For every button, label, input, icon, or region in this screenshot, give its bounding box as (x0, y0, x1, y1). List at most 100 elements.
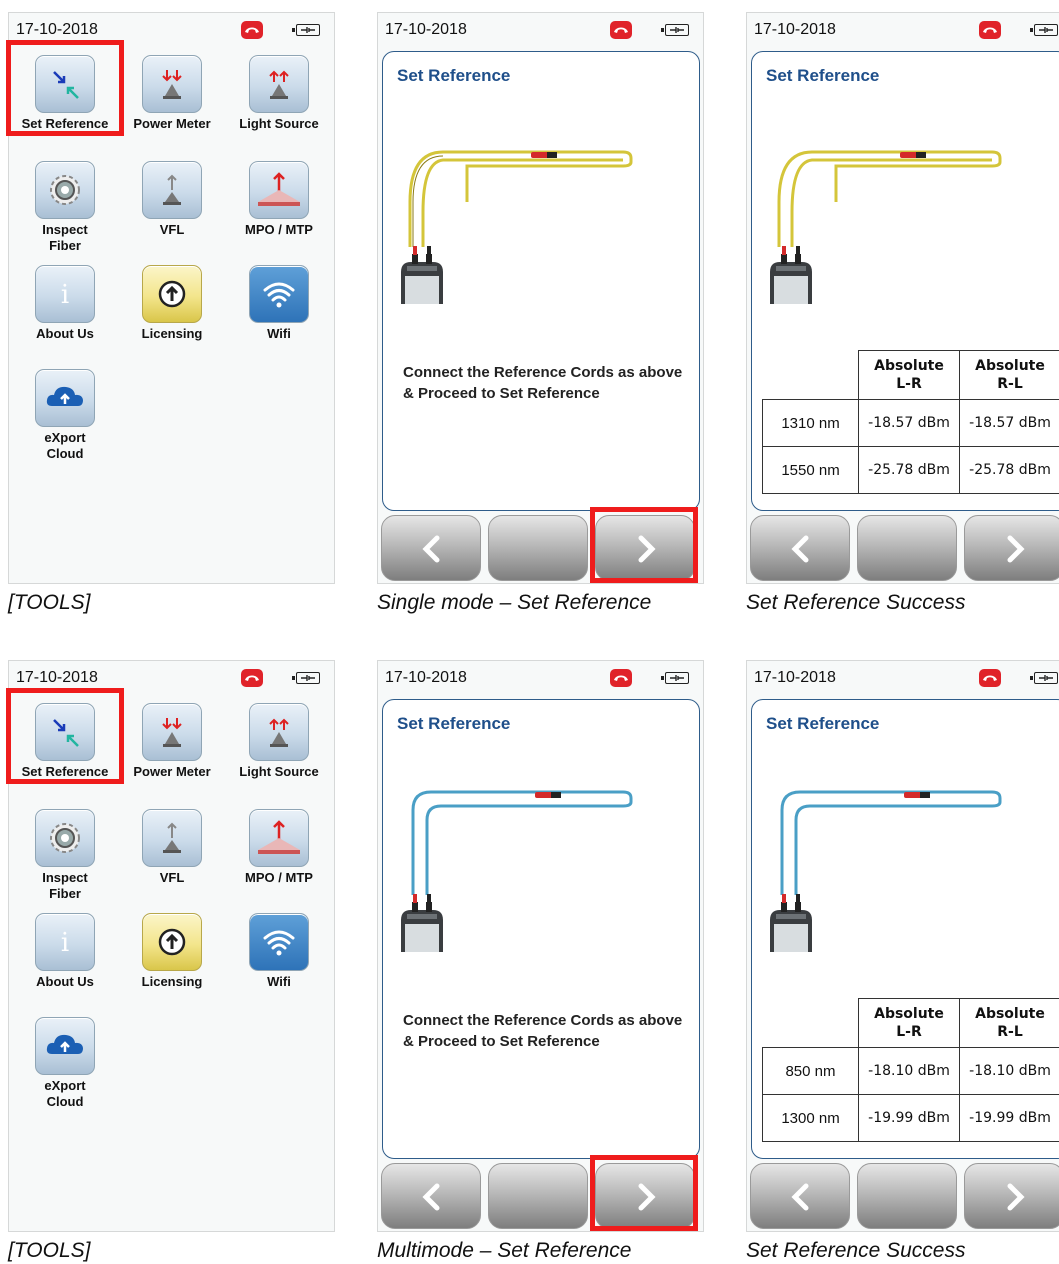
multimode-success-screen: 17-10-2018 Set Reference Absolute L-R Ab… (746, 660, 1059, 1232)
battery-icon (292, 24, 320, 36)
reference-results-table: Absolute L-R Absolute R-L 1310 nm -18.57… (762, 350, 1059, 494)
tool-licensing[interactable]: Licensing (118, 913, 226, 990)
tool-light-source[interactable]: Light Source (225, 703, 333, 780)
caption-tools: [TOOLS] (8, 1239, 91, 1262)
column-header-rl: Absolute R-L (959, 350, 1059, 400)
caption-multimode: Multimode – Set Reference (377, 1239, 632, 1262)
tool-label: MPO / MTP (245, 222, 313, 237)
svg-text:i: i (61, 280, 69, 310)
licensing-icon (142, 265, 202, 323)
date-label: 17-10-2018 (16, 669, 98, 686)
back-button[interactable] (381, 1163, 481, 1229)
back-button[interactable] (750, 515, 850, 581)
reference-cord-diagram (770, 150, 1002, 304)
info-icon: i (35, 265, 95, 323)
multimode-set-reference-screen: 17-10-2018 Set Reference Connect the Ref… (377, 660, 704, 1232)
next-button[interactable] (964, 515, 1059, 581)
reference-cord-diagram (401, 150, 633, 304)
vfl-icon (142, 161, 202, 219)
wavelength-cell: 850 nm (762, 1047, 859, 1095)
single-mode-success-screen: 17-10-2018 Set Reference Absolute L-R Ab… (746, 12, 1059, 584)
tool-label: eXport Cloud (44, 1078, 86, 1109)
phone-icon[interactable] (610, 21, 632, 39)
chevron-right-icon (1003, 1183, 1027, 1211)
caption-success: Set Reference Success (746, 591, 966, 614)
tool-mpo-mtp[interactable]: MPO / MTP (225, 809, 333, 886)
tool-wifi[interactable]: Wifi (225, 913, 333, 990)
next-button-highlight (590, 1155, 698, 1231)
cloud-upload-icon (35, 369, 95, 427)
tool-vfl[interactable]: VFL (118, 161, 226, 238)
wavelength-cell: 1310 nm (762, 399, 859, 447)
lr-value-cell: -18.10 dBm (858, 1047, 960, 1095)
inspect-fiber-icon (35, 809, 95, 867)
tool-export-cloud[interactable]: eXport Cloud (11, 1017, 119, 1110)
middle-button[interactable] (488, 515, 588, 581)
tool-label: About Us (36, 974, 94, 989)
lr-value-cell: -25.78 dBm (858, 446, 960, 494)
battery-icon (1030, 24, 1058, 36)
tool-label: Licensing (141, 326, 203, 341)
vfl-icon (142, 809, 202, 867)
middle-button[interactable] (488, 1163, 588, 1229)
tool-inspect-fiber[interactable]: Inspect Fiber (11, 161, 119, 254)
date-label: 17-10-2018 (385, 669, 467, 686)
set-reference-panel: Set Reference Absolute L-R Absolute R-L … (751, 699, 1059, 1159)
next-button[interactable] (964, 1163, 1059, 1229)
table-row: 1310 nm -18.57 dBm -18.57 dBm (762, 399, 1059, 447)
table-row: 1550 nm -25.78 dBm -25.78 dBm (762, 446, 1059, 494)
tool-mpo-mtp[interactable]: MPO / MTP (225, 161, 333, 238)
tool-label: About Us (36, 326, 94, 341)
tool-label: Wifi (267, 326, 291, 341)
reference-cord-diagram (401, 790, 633, 952)
chevron-left-icon (789, 535, 813, 563)
tool-label: Licensing (141, 974, 203, 989)
light-source-icon (249, 55, 309, 113)
svg-text:i: i (61, 928, 69, 958)
tool-wifi[interactable]: Wifi (225, 265, 333, 342)
set-reference-panel: Set Reference Connect the Reference Cord… (382, 699, 700, 1159)
info-icon: i (35, 913, 95, 971)
tool-about-us[interactable]: i About Us (11, 265, 119, 342)
tool-light-source[interactable]: Light Source (225, 55, 333, 132)
chevron-left-icon (789, 1183, 813, 1211)
wavelength-cell: 1300 nm (762, 1094, 859, 1142)
instruction-text: Connect the Reference Cords as above & P… (403, 364, 683, 402)
column-header-rl: Absolute R-L (959, 998, 1059, 1048)
rl-value-cell: -25.78 dBm (959, 446, 1059, 494)
back-button[interactable] (750, 1163, 850, 1229)
set-reference-panel: Set Reference Absolute L-R Absolute R-L … (751, 51, 1059, 511)
middle-button[interactable] (857, 1163, 957, 1229)
tool-label: Light Source (239, 116, 319, 131)
next-button-highlight (590, 507, 698, 583)
power-meter-icon (142, 703, 202, 761)
middle-button[interactable] (857, 515, 957, 581)
tool-power-meter[interactable]: Power Meter (118, 703, 226, 780)
navigation-bar (747, 511, 1059, 583)
battery-icon (1030, 672, 1058, 684)
tool-label: MPO / MTP (245, 870, 313, 885)
status-bar: 17-10-2018 (378, 661, 703, 697)
tool-label: Light Source (239, 764, 319, 779)
phone-icon[interactable] (979, 669, 1001, 687)
tool-licensing[interactable]: Licensing (118, 265, 226, 342)
back-button[interactable] (381, 515, 481, 581)
phone-icon[interactable] (979, 21, 1001, 39)
phone-icon[interactable] (610, 669, 632, 687)
phone-icon[interactable] (241, 669, 263, 687)
phone-icon[interactable] (241, 21, 263, 39)
tool-export-cloud[interactable]: eXport Cloud (11, 369, 119, 462)
instruction-text: Connect the Reference Cords as above & P… (403, 1012, 683, 1050)
tool-about-us[interactable]: i About Us (11, 913, 119, 990)
tool-inspect-fiber[interactable]: Inspect Fiber (11, 809, 119, 902)
lr-value-cell: -18.57 dBm (858, 399, 960, 447)
rl-value-cell: -18.10 dBm (959, 1047, 1059, 1095)
tool-vfl[interactable]: VFL (118, 809, 226, 886)
chevron-left-icon (420, 1183, 444, 1211)
reference-cord-diagram (770, 790, 1002, 952)
licensing-icon (142, 913, 202, 971)
tool-power-meter[interactable]: Power Meter (118, 55, 226, 132)
table-row: 1300 nm -19.99 dBm -19.99 dBm (762, 1094, 1059, 1142)
rl-value-cell: -19.99 dBm (959, 1094, 1059, 1142)
tool-label: VFL (159, 222, 185, 237)
